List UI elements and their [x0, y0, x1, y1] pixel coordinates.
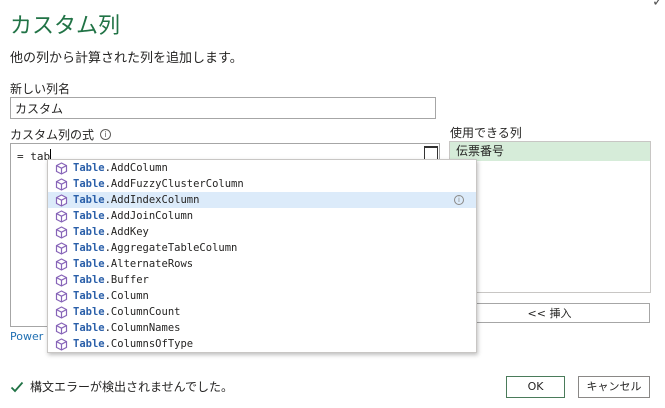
- function-cube-icon: [55, 257, 68, 271]
- autocomplete-item-label: .ColumnNames: [104, 322, 181, 334]
- ok-button[interactable]: OK: [506, 376, 565, 398]
- formula-text-line: = tab: [17, 149, 52, 163]
- autocomplete-item-label: .AlternateRows: [104, 258, 194, 270]
- autocomplete-item-label: .AddFuzzyClusterColumn: [104, 178, 244, 190]
- autocomplete-popup[interactable]: Table .AddColumn Table .AddFuzzyClusterColu…: [47, 159, 477, 353]
- info-icon[interactable]: i: [100, 129, 112, 140]
- autocomplete-item[interactable]: Table .AddJoinColumn: [48, 208, 476, 224]
- autocomplete-item-prefix: Table: [73, 322, 105, 334]
- function-cube-icon: [55, 209, 68, 223]
- autocomplete-item-prefix: Table: [73, 194, 105, 206]
- autocomplete-item-prefix: Table: [73, 290, 105, 302]
- autocomplete-item-label: .AddKey: [104, 226, 149, 238]
- formula-label: カスタム列の式: [10, 128, 95, 142]
- autocomplete-item-prefix: Table: [73, 210, 105, 222]
- insert-button[interactable]: << 挿入: [449, 303, 650, 323]
- function-cube-icon: [55, 321, 68, 335]
- autocomplete-item[interactable]: Table .ColumnsOfType: [48, 336, 476, 352]
- autocomplete-item[interactable]: Table .Buffer: [48, 272, 476, 288]
- autocomplete-item-label: .Buffer: [104, 274, 149, 286]
- autocomplete-item[interactable]: Table .Column: [48, 288, 476, 304]
- power-query-link[interactable]: Power: [10, 330, 43, 343]
- autocomplete-item-prefix: Table: [73, 258, 105, 270]
- autocomplete-item[interactable]: Table .AddIndexColumn i: [48, 192, 476, 208]
- function-cube-icon: [55, 177, 68, 191]
- new-column-name-input[interactable]: [10, 97, 436, 119]
- autocomplete-item-prefix: Table: [73, 242, 105, 254]
- status-text: 構文エラーが検出されませんでした。: [30, 380, 234, 394]
- dialog-subtitle: 他の列から計算された列を追加します。: [10, 51, 243, 66]
- autocomplete-item[interactable]: Table .AddKey: [48, 224, 476, 240]
- function-cube-icon: [55, 161, 68, 175]
- function-cube-icon: [55, 289, 68, 303]
- autocomplete-item-label: .AddIndexColumn: [104, 194, 200, 206]
- status-row: 構文エラーが検出されませんでした。: [10, 378, 233, 395]
- autocomplete-item[interactable]: Table .AddFuzzyClusterColumn: [48, 176, 476, 192]
- function-cube-icon: [55, 273, 68, 287]
- autocomplete-item-label: .Column: [104, 290, 149, 302]
- cancel-button[interactable]: キャンセル: [578, 376, 650, 398]
- autocomplete-item-prefix: Table: [73, 274, 105, 286]
- formula-label-row: カスタム列の式 i: [10, 126, 112, 143]
- function-cube-icon: [55, 337, 68, 351]
- formula-text: = tab: [17, 150, 51, 163]
- function-cube-icon: [55, 225, 68, 239]
- autocomplete-item[interactable]: Table .ColumnNames: [48, 320, 476, 336]
- autocomplete-item-prefix: Table: [73, 226, 105, 238]
- autocomplete-item-label: .AggregateTableColumn: [104, 242, 238, 254]
- corner-check-icon: ✓: [652, 0, 664, 10]
- new-column-name-label: 新しい列名: [10, 82, 71, 96]
- autocomplete-item-label: .ColumnsOfType: [104, 338, 194, 350]
- autocomplete-item[interactable]: Table .AggregateTableColumn: [48, 240, 476, 256]
- autocomplete-item[interactable]: Table .ColumnCount: [48, 304, 476, 320]
- autocomplete-item-label: .AddColumn: [104, 162, 168, 174]
- autocomplete-item-prefix: Table: [73, 338, 105, 350]
- dialog-title: カスタム列: [10, 14, 121, 39]
- function-cube-icon: [55, 241, 68, 255]
- autocomplete-item-prefix: Table: [73, 306, 105, 318]
- autocomplete-item[interactable]: Table .AddColumn: [48, 160, 476, 176]
- autocomplete-item-label: .ColumnCount: [104, 306, 181, 318]
- function-cube-icon: [55, 193, 68, 207]
- available-columns-list[interactable]: 伝票番号: [449, 141, 651, 293]
- available-column-item[interactable]: 伝票番号: [450, 142, 650, 161]
- autocomplete-item-label: .AddJoinColumn: [104, 210, 194, 222]
- autocomplete-item-prefix: Table: [73, 178, 105, 190]
- autocomplete-list: Table .AddColumn Table .AddFuzzyClusterColu…: [48, 160, 476, 352]
- autocomplete-item-prefix: Table: [73, 162, 105, 174]
- available-columns-label: 使用できる列: [450, 126, 522, 140]
- autocomplete-item[interactable]: Table .AlternateRows: [48, 256, 476, 272]
- check-icon: [10, 381, 24, 392]
- function-cube-icon: [55, 305, 68, 319]
- item-info-icon[interactable]: i: [454, 195, 464, 205]
